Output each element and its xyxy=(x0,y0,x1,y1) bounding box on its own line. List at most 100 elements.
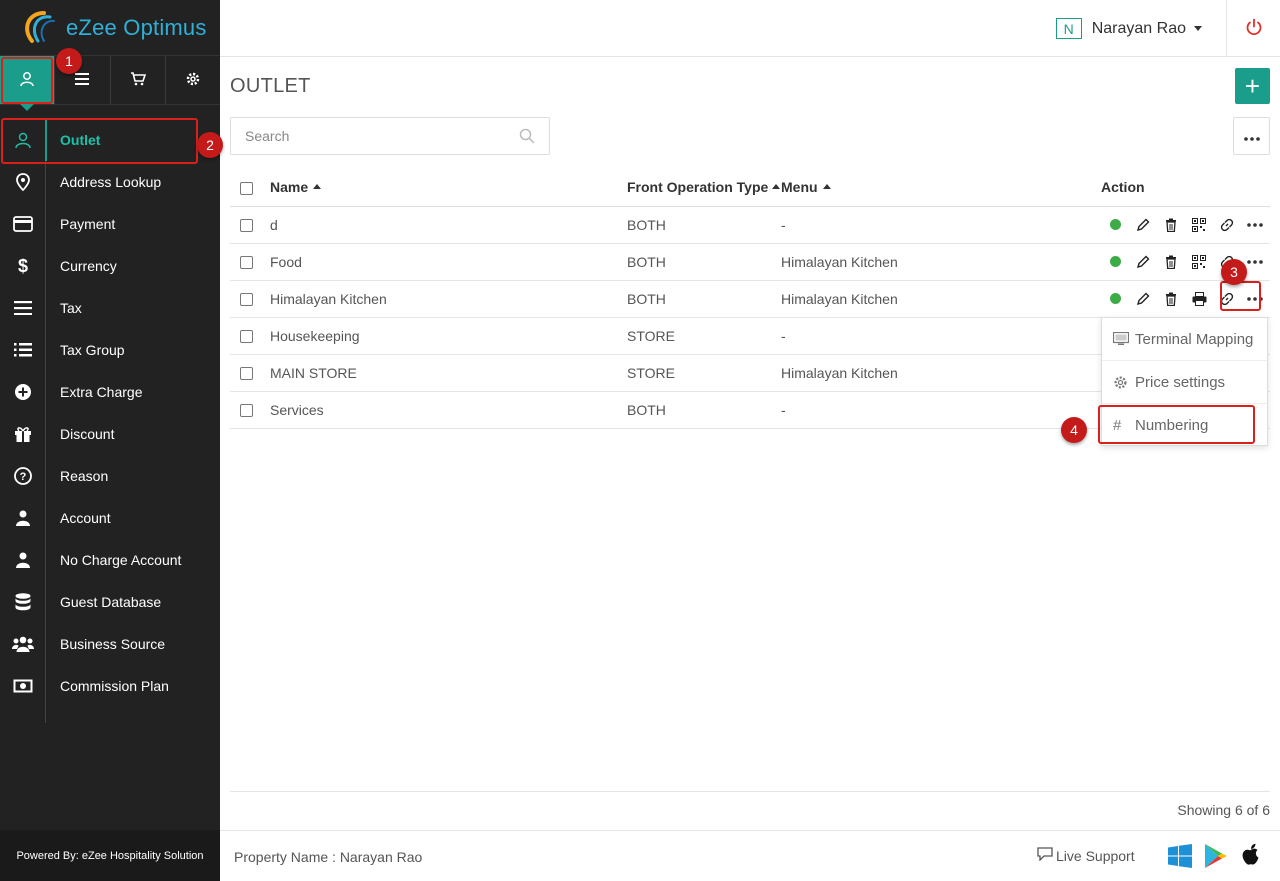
qr-code-icon[interactable] xyxy=(1185,217,1213,232)
money-icon xyxy=(0,679,46,693)
sidebar-item-discount[interactable]: Discount xyxy=(0,413,220,455)
sidebar-item-label: Guest Database xyxy=(60,594,162,610)
cell-menu: - xyxy=(781,206,1101,244)
user-name: Narayan Rao xyxy=(1091,19,1186,37)
sidebar-item-account[interactable]: Account xyxy=(0,497,220,539)
row-checkbox[interactable] xyxy=(240,330,253,344)
top-header: N Narayan Rao xyxy=(220,0,1280,57)
user-initial-badge: N xyxy=(1055,18,1082,39)
search-input[interactable] xyxy=(231,118,549,154)
search-box xyxy=(230,117,550,155)
logout-button[interactable] xyxy=(1226,0,1280,56)
callout-badge: 4 xyxy=(1061,417,1087,443)
sidebar-item-commission-plan[interactable]: Commission Plan xyxy=(0,665,220,707)
table-row[interactable]: d BOTH - xyxy=(230,206,1270,244)
footer: Property Name : Narayan Rao Live Support xyxy=(220,830,1280,881)
sidebar-item-business-source[interactable]: Business Source xyxy=(0,623,220,665)
sidebar-item-currency[interactable]: $ Currency xyxy=(0,245,220,287)
more-dots-icon xyxy=(1243,128,1260,144)
apple-icon[interactable] xyxy=(1240,843,1262,872)
more-dots-icon[interactable] xyxy=(1241,259,1269,264)
gear-icon xyxy=(1113,375,1135,390)
row-checkbox[interactable] xyxy=(240,367,253,381)
gear-icon xyxy=(185,71,201,90)
menu-item-price-settings[interactable]: Price settings xyxy=(1102,361,1267,404)
column-type-header[interactable]: Front Operation Type xyxy=(627,168,781,207)
sidebar-item-tax-group[interactable]: Tax Group xyxy=(0,329,220,371)
tab-cart[interactable] xyxy=(111,56,166,104)
status-active-icon[interactable] xyxy=(1109,293,1121,304)
table-row[interactable]: Food BOTH Himalayan Kitchen xyxy=(230,243,1270,281)
menu-item-label: Terminal Mapping xyxy=(1135,330,1254,348)
svg-text:?: ? xyxy=(20,471,27,483)
more-options-button[interactable] xyxy=(1233,117,1270,155)
sidebar-item-guest-database[interactable]: Guest Database xyxy=(0,581,220,623)
live-support-label: Live Support xyxy=(1056,847,1135,864)
edit-icon[interactable] xyxy=(1129,292,1157,306)
callout-badge: 3 xyxy=(1221,259,1247,285)
pagination-info: Showing 6 of 6 xyxy=(1177,802,1270,818)
cell-name: Housekeeping xyxy=(270,317,627,355)
row-checkbox[interactable] xyxy=(240,293,253,307)
chevron-down-icon xyxy=(1194,26,1202,31)
sort-asc-icon xyxy=(313,183,322,189)
sidebar-item-no-charge-account[interactable]: No Charge Account xyxy=(0,539,220,581)
powered-by: Powered By: eZee Hospitality Solution xyxy=(0,830,220,881)
sidebar-item-label: Address Lookup xyxy=(60,174,162,190)
cell-menu: - xyxy=(781,317,1101,355)
list-bullets-icon xyxy=(0,343,46,357)
cell-type: STORE xyxy=(627,354,781,392)
edit-icon[interactable] xyxy=(1129,255,1157,269)
live-support-link[interactable]: Live Support xyxy=(1037,847,1135,864)
windows-icon[interactable] xyxy=(1168,844,1192,871)
person-icon xyxy=(0,510,46,526)
sidebar-item-tax[interactable]: Tax xyxy=(0,287,220,329)
plus-circle-icon xyxy=(0,383,46,401)
database-icon xyxy=(0,593,46,611)
table-bottom-divider xyxy=(230,791,1270,792)
link-icon[interactable] xyxy=(1213,218,1241,232)
sidebar-item-label: Extra Charge xyxy=(60,384,143,400)
column-menu-header[interactable]: Menu xyxy=(781,168,1101,207)
row-checkbox[interactable] xyxy=(240,404,253,418)
add-outlet-button[interactable]: + xyxy=(1235,68,1270,104)
menu-item-terminal-mapping[interactable]: Terminal Mapping xyxy=(1102,318,1267,361)
sidebar-item-address-lookup[interactable]: Address Lookup xyxy=(0,161,220,203)
app-logo[interactable]: eZee Optimus xyxy=(0,0,220,56)
sidebar-item-reason[interactable]: ? Reason xyxy=(0,455,220,497)
status-active-icon[interactable] xyxy=(1109,219,1121,230)
status-active-icon[interactable] xyxy=(1109,256,1121,267)
cell-type: BOTH xyxy=(627,206,781,244)
cell-name: MAIN STORE xyxy=(270,354,627,392)
column-name-header[interactable]: Name xyxy=(270,168,627,207)
app-store-links xyxy=(1168,843,1262,872)
sidebar-item-label: Payment xyxy=(60,216,116,232)
sidebar-item-payment[interactable]: Payment xyxy=(0,203,220,245)
table-row[interactable]: Himalayan Kitchen BOTH Himalayan Kitchen xyxy=(230,280,1270,318)
tab-settings[interactable] xyxy=(166,56,220,104)
printer-icon[interactable] xyxy=(1185,291,1213,306)
list-icon xyxy=(75,72,90,88)
trash-icon[interactable] xyxy=(1157,292,1185,306)
more-dots-icon[interactable] xyxy=(1241,222,1269,227)
row-checkbox[interactable] xyxy=(240,219,253,233)
qr-code-icon[interactable] xyxy=(1185,254,1213,269)
google-play-icon[interactable] xyxy=(1204,843,1228,872)
user-menu[interactable]: N Narayan Rao xyxy=(1055,18,1202,39)
trash-icon[interactable] xyxy=(1157,255,1185,269)
cell-name: Himalayan Kitchen xyxy=(270,280,627,318)
edit-icon[interactable] xyxy=(1129,218,1157,232)
sidebar-menu: Outlet Address Lookup Payment $ Currency… xyxy=(0,119,220,723)
callout-badge: 2 xyxy=(197,132,223,158)
sidebar-item-extra-charge[interactable]: Extra Charge xyxy=(0,371,220,413)
search-icon[interactable] xyxy=(519,128,535,147)
trash-icon[interactable] xyxy=(1157,218,1185,232)
dollar-icon: $ xyxy=(17,255,28,276)
select-all-checkbox[interactable] xyxy=(240,181,253,195)
bars-icon xyxy=(0,301,46,315)
highlight-numbering xyxy=(1098,405,1255,444)
row-checkbox[interactable] xyxy=(240,256,253,270)
cell-name: d xyxy=(270,206,627,244)
menu-item-label: Price settings xyxy=(1135,373,1226,391)
cart-icon xyxy=(130,71,146,89)
